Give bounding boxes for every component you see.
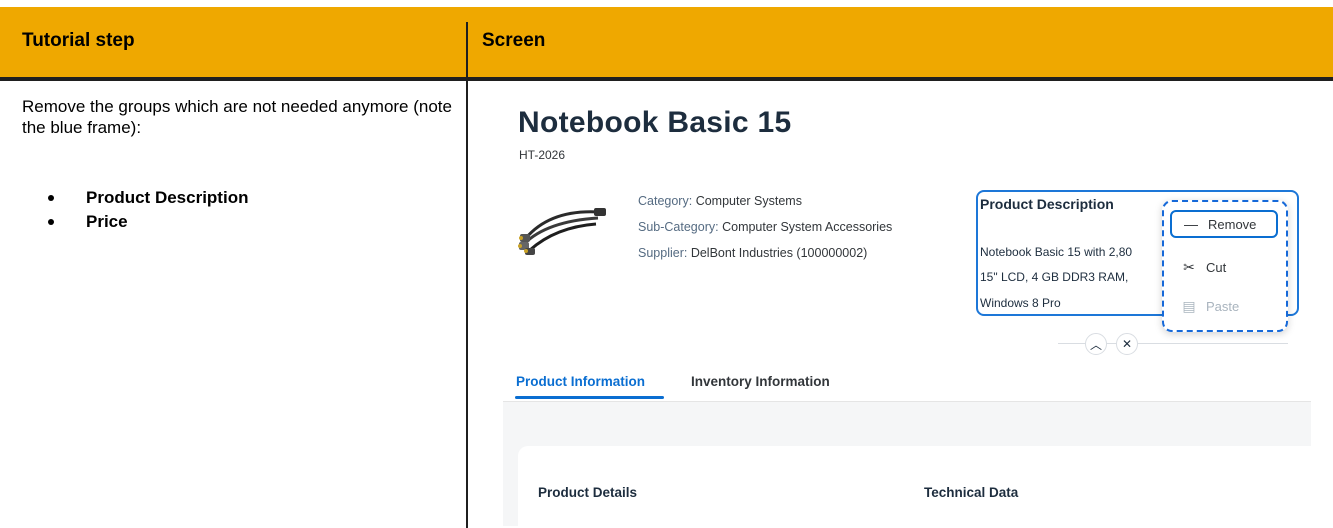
clipboard-icon: ▤ <box>1182 297 1196 314</box>
unpin-icon: ✕ <box>1121 337 1133 351</box>
category-field: Category: Computer Systems <box>638 194 802 208</box>
table-header <box>0 7 1333 80</box>
tutorial-table: Tutorial step Screen Remove the groups w… <box>0 0 1333 528</box>
object-page-content: Product Details Technical Data <box>503 402 1311 526</box>
column-divider <box>466 22 468 528</box>
paste-label: Paste <box>1206 298 1240 314</box>
app-screenshot: Notebook Basic 15 HT-2026 Category: Comp… <box>503 96 1311 526</box>
pin-header-button[interactable]: ✕ <box>1116 333 1138 355</box>
remove-label: Remove <box>1208 216 1257 232</box>
supplier-label: Supplier: <box>638 246 688 260</box>
cut-label: Cut <box>1206 259 1227 275</box>
description-line: Notebook Basic 15 with 2,80 <box>980 245 1133 259</box>
minus-icon: — <box>1184 216 1198 232</box>
subcategory-label: Sub-Category: <box>638 220 719 234</box>
scissors-icon: ✂ <box>1183 258 1195 275</box>
supplier-field: Supplier: DelBont Industries (100000002) <box>638 246 867 260</box>
product-id: HT-2026 <box>519 148 566 162</box>
cut-menu-item[interactable]: ✂ Cut <box>1170 253 1278 281</box>
step-item-price: Price <box>47 210 248 234</box>
category-value: Computer Systems <box>695 194 802 208</box>
header-screen: Screen <box>482 30 546 51</box>
product-image <box>518 208 606 255</box>
page-title: Notebook Basic 15 <box>518 106 792 139</box>
section-card: Product Details Technical Data <box>518 446 1311 526</box>
description-line: Windows 8 Pro <box>980 296 1061 310</box>
section-product-details: Product Details <box>538 485 638 500</box>
object-page-header: Notebook Basic 15 HT-2026 Category: Comp… <box>503 96 1311 402</box>
subcategory-value: Computer System Accessories <box>722 220 893 234</box>
remove-menu-item[interactable]: — Remove <box>1170 210 1278 238</box>
header-tutorial-step: Tutorial step <box>22 30 135 51</box>
product-description-title: Product Description <box>980 196 1114 212</box>
description-line: 15" LCD, 4 GB DDR3 RAM, <box>980 270 1129 284</box>
subcategory-field: Sub-Category: Computer System Accessorie… <box>638 220 892 234</box>
chevron-up-icon: ︿ <box>1089 337 1102 352</box>
step-list: Product Description Price <box>47 186 248 234</box>
supplier-value: DelBont Industries (100000002) <box>690 246 868 260</box>
tab-product-information[interactable]: Product Information <box>516 374 645 389</box>
category-label: Category: <box>638 194 693 208</box>
collapse-header-button[interactable]: ︿ <box>1085 333 1107 355</box>
step-instruction: Remove the groups which are not needed a… <box>22 97 452 137</box>
active-tab-indicator <box>515 396 664 399</box>
step-item-product-description: Product Description <box>47 186 248 210</box>
header-divider <box>0 77 1333 81</box>
context-menu: — Remove ✂ Cut ▤ Paste <box>1162 200 1288 332</box>
section-technical-data: Technical Data <box>924 485 1019 500</box>
paste-menu-item[interactable]: ▤ Paste <box>1170 292 1278 320</box>
tab-inventory-information[interactable]: Inventory Information <box>691 374 830 389</box>
